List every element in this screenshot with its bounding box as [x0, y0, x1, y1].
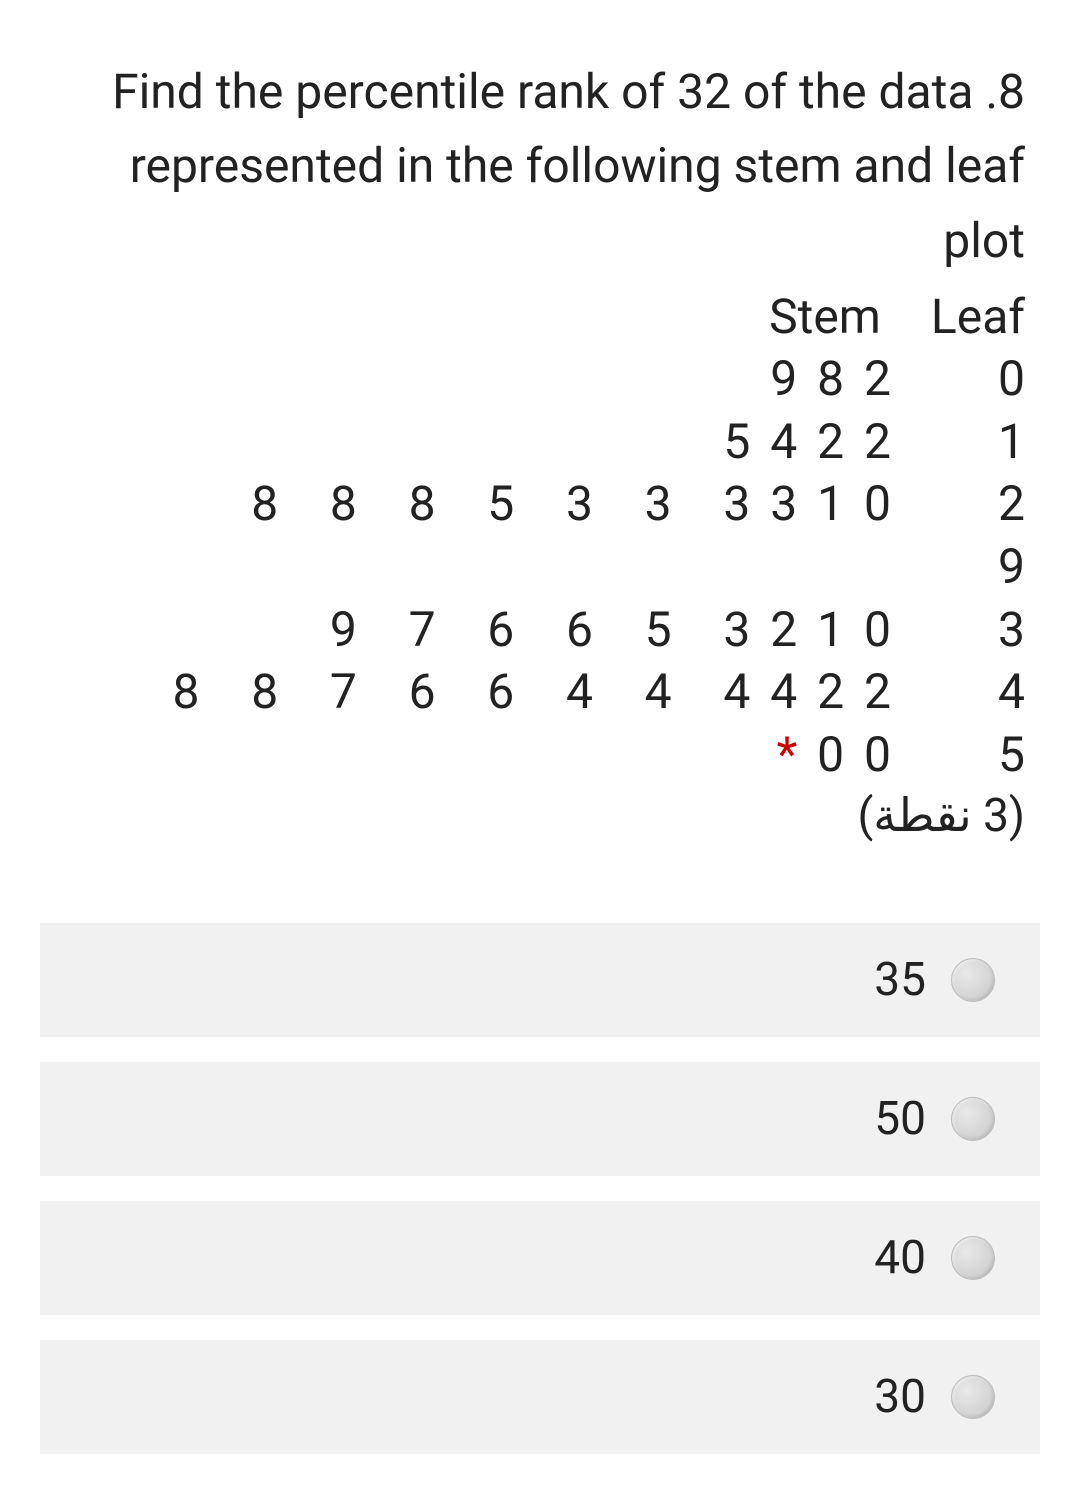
stem-leaf-row: 8 8 8 5 3 3 3 3 1 0 2: [55, 475, 1025, 533]
leaf-values: 8 8 8 5 3 3 3 3 1 0: [251, 475, 895, 533]
question-line-3: plot: [55, 204, 1025, 278]
stem-leaf-header: Stem Leaf: [55, 288, 1025, 345]
option-item-50[interactable]: 50: [40, 1062, 1040, 1176]
radio-icon: [951, 1375, 995, 1419]
option-label: 40: [874, 1231, 926, 1285]
asterisk-mark: *: [777, 726, 802, 783]
stem-leaf-row: 5 4 2 2 1: [55, 413, 1025, 471]
question-container: Find the percentile rank of 32 of the da…: [0, 0, 1080, 883]
stem-value: 5: [925, 726, 1025, 784]
stem-value: 4: [925, 663, 1025, 721]
leaf-values: 8 8 7 6 6 4 4 4 4 2 2: [173, 663, 896, 721]
option-label: 35: [874, 953, 926, 1007]
stem-leaf-row: 9 8 2 0: [55, 350, 1025, 408]
options-container: 35 50 40 30: [0, 923, 1080, 1454]
option-item-30[interactable]: 30: [40, 1340, 1040, 1454]
stem-value: 9: [925, 538, 1025, 596]
leaf-header-label: Leaf: [931, 288, 1025, 345]
points-label: (3 نقطة): [55, 788, 1025, 843]
radio-icon: [951, 1236, 995, 1280]
stem-value: 3: [925, 601, 1025, 659]
stem-leaf-table: Stem Leaf 9 8 2 0 5 4 2 2 1 8 8 8 5 3 3 …: [55, 288, 1025, 783]
radio-icon: [951, 958, 995, 1002]
radio-icon: [951, 1097, 995, 1141]
stem-leaf-row: * 0 0 5: [55, 726, 1025, 784]
leaf-values: 5 4 2 2: [723, 413, 895, 471]
option-item-40[interactable]: 40: [40, 1201, 1040, 1315]
stem-value: 2: [925, 475, 1025, 533]
question-line-1: Find the percentile rank of 32 of the da…: [112, 63, 973, 120]
stem-leaf-row: 8 8 7 6 6 4 4 4 4 2 2 4: [55, 663, 1025, 721]
option-label: 30: [874, 1370, 926, 1424]
stem-leaf-row: 9 7 6 6 5 3 2 1 0 3: [55, 601, 1025, 659]
stem-leaf-row: 9: [55, 538, 1025, 596]
option-label: 50: [874, 1092, 926, 1146]
stem-value: 1: [925, 413, 1025, 471]
question-text: Find the percentile rank of 32 of the da…: [55, 55, 1025, 278]
stem-value: 0: [925, 350, 1025, 408]
option-item-35[interactable]: 35: [40, 923, 1040, 1037]
leaf-values: 9 7 6 6 5 3 2 1 0: [330, 601, 895, 659]
leaf-values: 9 8 2: [770, 350, 895, 408]
leaf-values: * 0 0: [777, 726, 895, 784]
question-number: .8: [985, 63, 1025, 120]
leaf-text: 0 0: [817, 726, 895, 783]
stem-header-label: Stem: [769, 288, 881, 345]
question-line-2: represented in the following stem and le…: [55, 129, 1025, 203]
